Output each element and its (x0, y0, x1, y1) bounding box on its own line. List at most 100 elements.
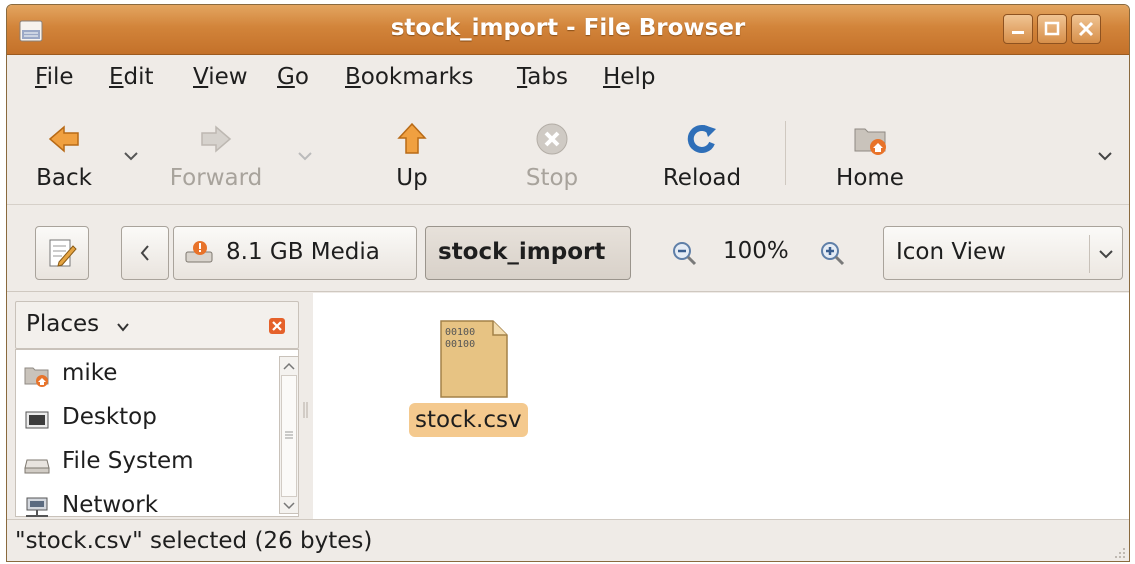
toolbar-overflow-chevron-icon[interactable] (1097, 151, 1113, 161)
view-mode-separator (1089, 235, 1090, 273)
menu-file-label: ile (46, 64, 74, 90)
menu-help-mnemonic: H (603, 64, 621, 90)
forward-button[interactable]: Forward (161, 121, 271, 201)
menu-file[interactable]: File (35, 64, 74, 90)
places-title: Places (26, 311, 100, 337)
network-icon (26, 497, 48, 517)
menu-go-mnemonic: G (277, 64, 295, 90)
maximize-button[interactable] (1037, 14, 1067, 44)
stop-label: Stop (525, 165, 579, 191)
sidebar: Places mike Desktop File System Network (7, 293, 305, 519)
menu-view-mnemonic: V (193, 64, 209, 90)
up-button[interactable]: Up (357, 121, 467, 201)
back-history-chevron-icon[interactable] (123, 151, 139, 161)
toolbar: Back Forward Up Stop Reload Home (7, 101, 1129, 205)
status-text: "stock.csv" selected (26 bytes) (15, 528, 373, 554)
places-list: mike Desktop File System Network (15, 349, 299, 518)
place-item-desktop[interactable]: Desktop (22, 400, 272, 440)
menu-help-label: elp (620, 64, 656, 90)
menu-bar: File Edit View Go Bookmarks Tabs Help (7, 56, 1129, 100)
file-item[interactable]: 00100 00100 stock.csv (409, 315, 549, 455)
zoom-in-icon[interactable] (819, 240, 845, 266)
forward-label: Forward (169, 165, 263, 191)
reload-icon (687, 124, 716, 153)
view-mode-label: Icon View (896, 239, 1006, 265)
zoom-level[interactable]: 100% (723, 238, 789, 264)
path-scroll-left-button[interactable] (121, 226, 169, 280)
scrollbar-thumb[interactable] (281, 375, 297, 497)
toolbar-separator (785, 121, 786, 185)
menu-go-label: o (294, 64, 309, 90)
file-icon-view[interactable]: 00100 00100 stock.csv (313, 293, 1129, 519)
resize-grip-icon[interactable] (1113, 546, 1127, 560)
removable-drive-icon (185, 241, 213, 263)
home-folder-icon (854, 128, 886, 155)
menu-tabs-label: abs (527, 64, 568, 90)
menu-bookmarks[interactable]: Bookmarks (345, 64, 474, 90)
back-arrow-icon (48, 125, 79, 153)
sidebar-scrollbar[interactable] (279, 356, 299, 514)
home-folder-icon (24, 367, 49, 387)
minimize-button[interactable] (1003, 14, 1033, 44)
maximize-icon (1044, 21, 1060, 36)
forward-arrow-icon (201, 125, 232, 153)
path-root-label: 8.1 GB Media (226, 239, 380, 265)
home-button[interactable]: Home (815, 121, 925, 201)
forward-history-chevron-icon[interactable] (297, 151, 313, 161)
file-icon-text-line1: 00100 (445, 327, 476, 338)
status-bar: "stock.csv" selected (26 bytes) (7, 519, 1129, 561)
edit-location-icon (49, 239, 77, 267)
menu-file-mnemonic: F (35, 64, 47, 90)
place-label-desktop: Desktop (62, 404, 157, 430)
stop-button[interactable]: Stop (497, 121, 607, 201)
places-header[interactable]: Places (15, 301, 299, 349)
menu-bookmarks-label: ookmarks (360, 64, 474, 90)
back-button[interactable]: Back (9, 121, 119, 201)
menu-view-label: iew (208, 64, 248, 90)
close-sidebar-icon[interactable] (268, 317, 286, 335)
file-icon-text-line2: 00100 (445, 339, 476, 350)
place-label-network: Network (62, 492, 159, 518)
place-item-file-system[interactable]: File System (22, 444, 272, 484)
menu-tabs-mnemonic: T (517, 64, 528, 90)
menu-go[interactable]: Go (277, 64, 309, 90)
scroll-up-arrow-icon[interactable] (280, 359, 298, 373)
view-mode-select[interactable]: Icon View (883, 226, 1123, 280)
scroll-down-arrow-icon[interactable] (280, 499, 298, 513)
menu-help[interactable]: Help (603, 64, 655, 90)
zoom-out-icon[interactable] (671, 240, 697, 266)
places-dropdown-chevron-icon (117, 323, 129, 332)
path-button-media[interactable]: 8.1 GB Media (173, 226, 417, 280)
place-label-file-system: File System (62, 448, 194, 474)
drive-icon (24, 459, 50, 474)
place-label-mike: mike (62, 360, 118, 386)
pane-resize-handle-icon[interactable] (303, 399, 309, 421)
path-button-current[interactable]: stock_import (425, 226, 631, 280)
scroll-grip-icon (285, 431, 293, 439)
desktop-icon (25, 411, 49, 429)
menu-tabs[interactable]: Tabs (517, 64, 568, 90)
place-item-mike[interactable]: mike (22, 356, 272, 396)
menu-edit-mnemonic: E (109, 64, 124, 90)
menu-view[interactable]: View (193, 64, 248, 90)
chevron-left-icon (140, 245, 149, 261)
menu-bookmarks-mnemonic: B (345, 64, 361, 90)
location-bar: 8.1 GB Media stock_import 100% Icon View (7, 206, 1129, 292)
path-current-label: stock_import (438, 239, 606, 265)
up-label: Up (396, 165, 428, 191)
title-bar[interactable]: stock_import - File Browser (7, 5, 1129, 55)
file-name-label: stock.csv (409, 403, 528, 437)
menu-edit-label: dit (123, 64, 154, 90)
chevron-down-icon (1099, 250, 1113, 259)
window-title: stock_import - File Browser (390, 15, 746, 41)
close-button[interactable] (1071, 14, 1101, 44)
stop-icon (536, 123, 568, 155)
file-browser-window: stock_import - File Browser File Edit Vi… (6, 4, 1130, 562)
toggle-location-entry-button[interactable] (35, 226, 89, 280)
reload-label: Reload (662, 165, 742, 191)
close-icon (1078, 21, 1094, 37)
home-label: Home (836, 165, 904, 191)
menu-edit[interactable]: Edit (109, 64, 154, 90)
reload-button[interactable]: Reload (647, 121, 757, 201)
back-label: Back (36, 165, 92, 191)
